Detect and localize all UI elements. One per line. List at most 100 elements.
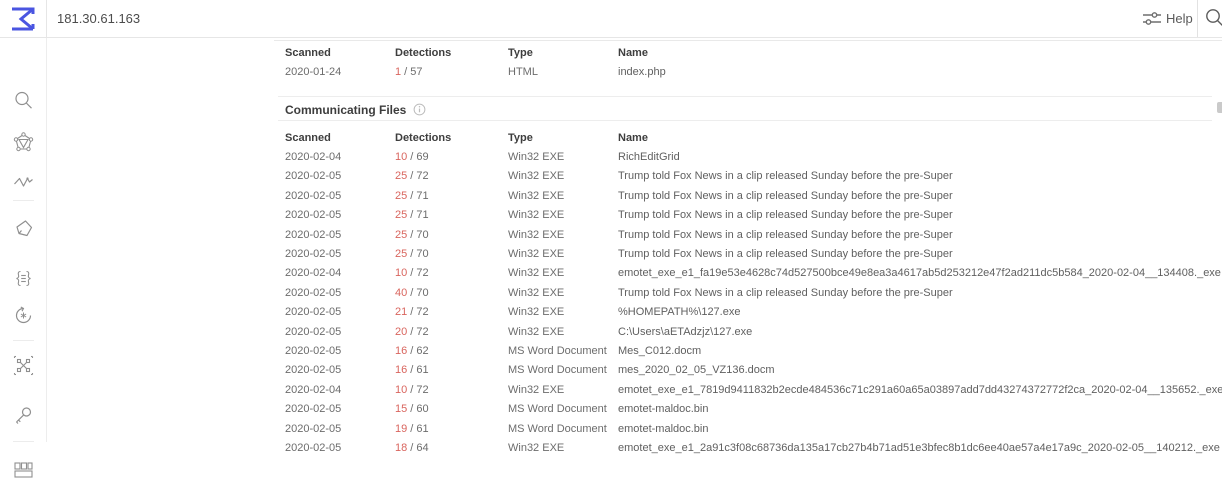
table-row: 2020-02-0410 / 72Win32 EXEemotet_exe_e1_… <box>285 380 1222 399</box>
detections-total: / 71 <box>407 209 428 221</box>
table-row: 2020-02-0515 / 60MS Word Documentemotet-… <box>285 399 1222 418</box>
file-type: Win32 EXE <box>508 267 618 279</box>
detections-total: / 70 <box>407 229 428 241</box>
detections: 18 / 64 <box>395 442 508 454</box>
file-name-link[interactable]: index.php <box>618 66 1222 78</box>
sidebar-hunting-icon[interactable] <box>13 218 34 239</box>
table-row: 2020-02-0525 / 71Win32 EXETrump told Fox… <box>285 186 1222 205</box>
scanned-date: 2020-02-05 <box>285 326 395 338</box>
detections: 25 / 71 <box>395 190 508 202</box>
info-icon[interactable] <box>413 103 426 116</box>
file-name-link[interactable]: Trump told Fox News in a clip released S… <box>618 229 1222 241</box>
help-button[interactable]: Help <box>1166 0 1193 37</box>
detections-total: / 60 <box>407 403 428 415</box>
detections-total: / 69 <box>407 151 428 163</box>
table-row: 2020-02-0525 / 70Win32 EXETrump told Fox… <box>285 244 1222 263</box>
file-type: MS Word Document <box>508 403 618 415</box>
sidebar-clusters-icon[interactable] <box>13 355 34 376</box>
file-name-link[interactable]: Trump told Fox News in a clip released S… <box>618 287 1222 299</box>
detections-positive: 18 <box>395 442 407 454</box>
file-name-link[interactable]: %HOMEPATH%\127.exe <box>618 306 1222 318</box>
clipped-edge-icon <box>1217 102 1222 113</box>
scanned-date: 2020-02-04 <box>285 151 395 163</box>
sidebar-retrohunt-icon[interactable] <box>13 305 34 326</box>
file-name-link[interactable]: emotet_exe_e1_fa19e53e4628c74d527500bce4… <box>618 267 1222 279</box>
table-row: 2020-02-0521 / 72Win32 EXE%HOMEPATH%\127… <box>285 303 1222 322</box>
detections: 19 / 61 <box>395 423 508 435</box>
scanned-date: 2020-02-05 <box>285 403 395 415</box>
topbar-divider <box>1197 0 1198 37</box>
file-type: Win32 EXE <box>508 248 618 260</box>
detections: 25 / 70 <box>395 248 508 260</box>
sidebar-modules-icon[interactable] <box>13 459 34 480</box>
detections-positive: 10 <box>395 151 407 163</box>
sidebar-api-key-icon[interactable] <box>13 405 34 426</box>
scanned-date: 2020-02-05 <box>285 287 395 299</box>
scanned-date: 2020-02-05 <box>285 364 395 376</box>
file-type: Win32 EXE <box>508 229 618 241</box>
file-name-link[interactable]: emotet-maldoc.bin <box>618 423 1222 435</box>
sidebar-graph-icon[interactable] <box>13 132 34 153</box>
file-name-link[interactable]: RichEditGrid <box>618 151 1222 163</box>
detections-positive: 15 <box>395 403 407 415</box>
file-name-link[interactable]: emotet_exe_e1_2a91c3f08c68736da135a17cb2… <box>618 442 1222 454</box>
file-type: HTML <box>508 66 618 78</box>
detections-positive: 19 <box>395 423 407 435</box>
table-row: 2020-02-0410 / 72Win32 EXEemotet_exe_e1_… <box>285 264 1222 283</box>
sidebar-activity-icon[interactable] <box>13 171 34 192</box>
communicating-files-table: ScannedDetectionsTypeName2020-02-0410 / … <box>285 128 1222 458</box>
file-type: Win32 EXE <box>508 209 618 221</box>
virustotal-logo-icon <box>8 5 38 33</box>
tune-icon[interactable] <box>1140 8 1164 30</box>
file-name-link[interactable]: C:\Users\aETAdzjz\127.exe <box>618 326 1222 338</box>
file-name-link[interactable]: mes_2020_02_05_VZ136.docm <box>618 364 1222 376</box>
detections-total: / 72 <box>407 170 428 182</box>
column-header: Name <box>618 47 1222 59</box>
scanned-date: 2020-02-05 <box>285 190 395 202</box>
column-header: Name <box>618 132 1222 144</box>
scanned-date: 2020-02-04 <box>285 384 395 396</box>
section-title: Communicating Files <box>285 103 406 117</box>
table-row: 2020-02-0516 / 62MS Word DocumentMes_C01… <box>285 341 1222 360</box>
detections-positive: 16 <box>395 364 407 376</box>
file-type: MS Word Document <box>508 423 618 435</box>
scanned-date: 2020-02-05 <box>285 423 395 435</box>
scanned-file-table: ScannedDetectionsTypeName2020-01-241 / 5… <box>285 43 1222 82</box>
communicating-files-header: Communicating Files <box>285 100 426 119</box>
top-bar: 181.30.61.163 Help <box>0 0 1222 38</box>
file-name-link[interactable]: Trump told Fox News in a clip released S… <box>618 248 1222 260</box>
virustotal-logo[interactable] <box>0 0 47 38</box>
file-type: Win32 EXE <box>508 170 618 182</box>
file-name-link[interactable]: Trump told Fox News in a clip released S… <box>618 170 1222 182</box>
scanned-date: 2020-02-05 <box>285 306 395 318</box>
file-type: Win32 EXE <box>508 151 618 163</box>
detections-total: / 70 <box>407 287 428 299</box>
file-name-link[interactable]: Trump told Fox News in a clip released S… <box>618 190 1222 202</box>
detections: 16 / 62 <box>395 345 508 357</box>
search-query[interactable]: 181.30.61.163 <box>57 0 140 37</box>
file-name-link[interactable]: emotet-maldoc.bin <box>618 403 1222 415</box>
detections-positive: 25 <box>395 170 407 182</box>
sidebar-rules-icon[interactable] <box>13 268 34 289</box>
file-name-link[interactable]: Mes_C012.docm <box>618 345 1222 357</box>
file-name-link[interactable]: Trump told Fox News in a clip released S… <box>618 209 1222 221</box>
detections: 20 / 72 <box>395 326 508 338</box>
detections-total: / 57 <box>401 66 422 78</box>
column-header: Scanned <box>285 132 395 144</box>
table-row: 2020-02-0516 / 61MS Word Documentmes_202… <box>285 361 1222 380</box>
detections-positive: 40 <box>395 287 407 299</box>
detections: 15 / 60 <box>395 403 508 415</box>
column-header: Detections <box>395 132 508 144</box>
detections-positive: 10 <box>395 267 407 279</box>
detections-positive: 25 <box>395 190 407 202</box>
search-icon[interactable] <box>1204 7 1222 29</box>
detections-total: / 70 <box>407 248 428 260</box>
file-type: Win32 EXE <box>508 306 618 318</box>
detections-positive: 10 <box>395 384 407 396</box>
file-name-link[interactable]: emotet_exe_e1_7819d9411832b2ecde484536c7… <box>618 384 1222 396</box>
scanned-date: 2020-02-04 <box>285 267 395 279</box>
sidebar-search-icon[interactable] <box>13 90 34 111</box>
section-divider <box>278 120 1212 121</box>
scanned-date: 2020-02-05 <box>285 170 395 182</box>
file-type: MS Word Document <box>508 364 618 376</box>
